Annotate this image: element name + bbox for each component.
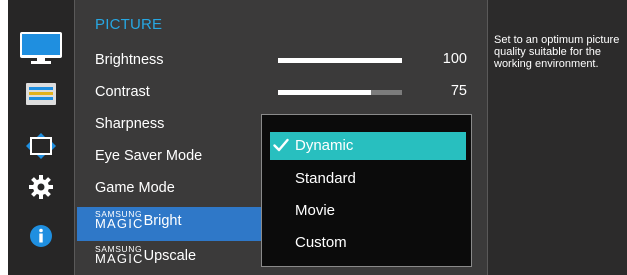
samsung-magic-logo: SAMSUNG MAGIC xyxy=(95,244,144,266)
menu-item-magic-bright[interactable]: SAMSUNG MAGIC Bright xyxy=(95,210,182,230)
contrast-slider-fill xyxy=(278,90,371,95)
menu-title: PICTURE xyxy=(95,16,163,33)
brightness-value: 100 xyxy=(442,51,467,67)
info-icon[interactable] xyxy=(22,221,60,251)
dropdown-option-dynamic[interactable]: Dynamic xyxy=(270,132,466,160)
gear-icon[interactable] xyxy=(22,172,60,202)
help-text: Set to an optimum picture quality suitab… xyxy=(494,34,620,70)
menu-item-label: Sharpness xyxy=(95,116,165,132)
samsung-magic-logo: SAMSUNG MAGIC xyxy=(95,209,144,231)
brightness-slider-fill xyxy=(278,58,402,63)
dropdown-option-custom[interactable]: Custom xyxy=(295,234,347,251)
menu-item-contrast[interactable]: Contrast xyxy=(95,83,150,101)
position-icon[interactable] xyxy=(22,131,60,161)
menu-item-label: Upscale xyxy=(143,248,197,264)
contrast-slider[interactable] xyxy=(278,90,402,95)
dropdown-option-movie[interactable]: Movie xyxy=(295,202,335,219)
menu-item-sharpness[interactable]: Sharpness xyxy=(95,115,164,133)
menu-item-label: Eye Saver Mode xyxy=(95,148,203,164)
checkmark-icon xyxy=(273,138,289,157)
menu-item-label: Bright xyxy=(143,213,182,229)
onscreen-display-icon[interactable] xyxy=(22,79,60,109)
menu-item-label: Game Mode xyxy=(95,180,175,196)
menu-item-label: Brightness xyxy=(95,52,164,68)
menu-item-eye-saver-mode[interactable]: Eye Saver Mode xyxy=(95,147,202,165)
menu-item-label: Contrast xyxy=(95,84,150,100)
menu-item-game-mode[interactable]: Game Mode xyxy=(95,179,175,197)
contrast-value: 75 xyxy=(450,83,467,99)
dropdown-option-label: Dynamic xyxy=(295,137,354,154)
picture-icon[interactable] xyxy=(16,28,66,68)
menu-item-magic-upscale[interactable]: SAMSUNG MAGIC Upscale xyxy=(95,245,196,265)
magic-bright-dropdown: Dynamic Standard Movie Custom xyxy=(261,114,472,267)
brightness-slider[interactable] xyxy=(278,58,402,63)
menu-item-brightness[interactable]: Brightness xyxy=(95,51,164,69)
dropdown-option-standard[interactable]: Standard xyxy=(295,170,356,187)
